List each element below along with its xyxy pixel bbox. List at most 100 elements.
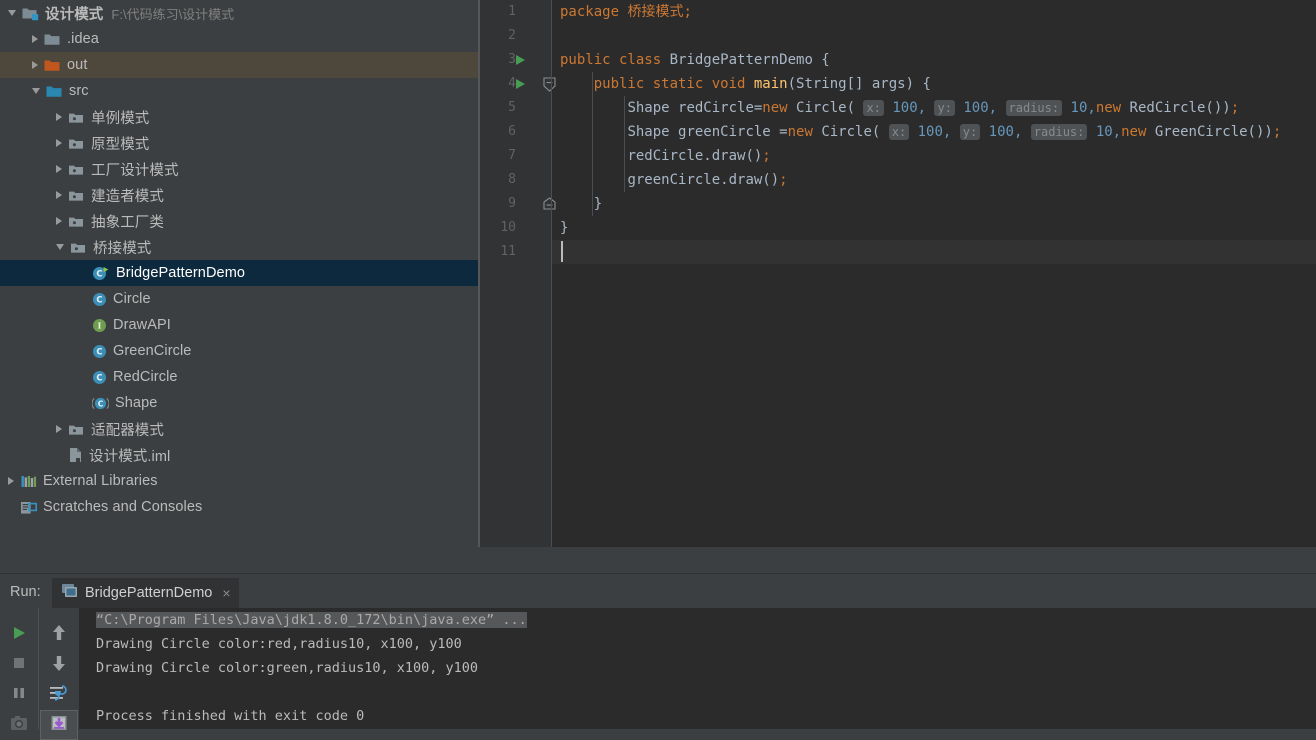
tree-item-[interactable]: 单例模式 (0, 104, 480, 130)
gutter-line-11[interactable]: 11 (480, 240, 552, 264)
console-output[interactable]: “C:\Program Files\Java\jdk1.8.0_172\bin\… (79, 608, 1316, 729)
up-stack-button[interactable] (40, 620, 78, 650)
code-line-9[interactable]: } (552, 192, 1316, 216)
run-configuration-tab[interactable]: BridgePatternDemo × (52, 578, 239, 608)
gutter-line-7[interactable]: 7 (480, 144, 552, 168)
tree-item-src[interactable]: src (0, 78, 480, 104)
chevron-right-icon[interactable] (32, 35, 38, 43)
gutter-line-3[interactable]: 3 (480, 48, 552, 72)
code-line-11[interactable] (552, 240, 1316, 264)
soft-wrap-button[interactable] (40, 680, 78, 710)
chevron-right-icon[interactable] (56, 191, 62, 199)
tree-item-RedCircle[interactable]: C RedCircle (0, 364, 480, 390)
java-class-runnable-icon: C (92, 266, 110, 281)
tree-item-label: 抽象工厂类 (91, 214, 164, 231)
ctor-circle-2: Circle( (812, 124, 889, 140)
code-line-6[interactable]: Shape greenCircle =new Circle( x: 100, y… (552, 120, 1316, 144)
gutter-line-5[interactable]: 5 (480, 96, 552, 120)
down-stack-button[interactable] (40, 650, 78, 680)
code-line-5[interactable]: Shape redCircle=new Circle( x: 100, y: 1… (552, 96, 1316, 120)
code-line-8[interactable]: greenCircle.draw(); (552, 168, 1316, 192)
gutter-line-4[interactable]: 4 (480, 72, 556, 96)
chevron-right-icon[interactable] (56, 113, 62, 121)
tree-item-[interactable]: 工厂设计模式 (0, 156, 480, 182)
console-line-4 (79, 680, 1316, 704)
console-line-2: Drawing Circle color:red,radius10, x100,… (96, 636, 462, 652)
svg-text:C: C (96, 346, 102, 356)
package-icon (68, 110, 85, 125)
line-number: 1 (508, 4, 516, 19)
tree-item-iml[interactable]: 设计模式.iml (0, 442, 480, 468)
chevron-right-icon[interactable] (32, 61, 38, 69)
tree-item-ExternalLibraries[interactable]: External Libraries (0, 468, 480, 494)
editor-gutter[interactable]: 1 2 3 4 5 6 7 8 9 10 11 (480, 0, 556, 547)
tree-item-ScratchesandConsoles[interactable]: Scratches and Consoles (0, 494, 480, 520)
arg-y: 100, (954, 100, 1006, 116)
project-tree-panel[interactable]: 设计模式 F:\代码练习\设计模式 .idea out src 单例模式 原型模式… (0, 0, 480, 573)
run-gutter-icon[interactable] (516, 55, 525, 65)
line-number: 5 (508, 100, 516, 115)
svg-text:I: I (98, 320, 102, 330)
run-tab-label: BridgePatternDemo (85, 585, 213, 601)
run-toolbar-right[interactable] (40, 608, 78, 740)
chevron-right-icon[interactable] (8, 477, 14, 485)
code-editor[interactable]: 1 2 3 4 5 6 7 8 9 10 11 package 桥接模式; public class… (480, 0, 1316, 547)
folder-orange-icon (44, 58, 61, 73)
semicolon: ; (683, 4, 692, 20)
keyword-public-static-void: public static void (593, 76, 754, 92)
gutter-line-1[interactable]: 1 (480, 0, 552, 24)
tree-item-DrawAPI[interactable]: I DrawAPI (0, 312, 480, 338)
pause-output-button[interactable] (0, 680, 38, 710)
tree-item-BridgePatternDemo[interactable]: C BridgePatternDemo (0, 260, 480, 286)
code-line-7[interactable]: redCircle.draw(); (552, 144, 1316, 168)
code-line-3[interactable]: public class BridgePatternDemo { (552, 48, 1316, 72)
dump-threads-button[interactable] (0, 710, 38, 740)
tree-item-[interactable]: 原型模式 (0, 130, 480, 156)
tree-item-idea[interactable]: .idea (0, 26, 480, 52)
tree-item-Circle[interactable]: C Circle (0, 286, 480, 312)
stop-button[interactable] (0, 650, 38, 680)
run-tab-icon (62, 583, 78, 603)
scroll-to-end-button[interactable] (40, 710, 78, 740)
chevron-right-icon[interactable] (56, 139, 62, 147)
param-hint-y: y: (934, 100, 955, 116)
chevron-down-icon[interactable] (8, 10, 16, 16)
tree-item-label: 单例模式 (91, 110, 150, 127)
keyword-new-4: new (1121, 124, 1147, 140)
code-line-10[interactable]: } (552, 216, 1316, 240)
gutter-line-2[interactable]: 2 (480, 24, 552, 48)
gutter-line-6[interactable]: 6 (480, 120, 552, 144)
arrow-down-icon (51, 654, 67, 677)
tree-item-path: F:\代码练习\设计模式 (111, 6, 235, 22)
tree-item-label: External Libraries (43, 473, 158, 489)
tree-item-[interactable]: 桥接模式 (0, 234, 480, 260)
rerun-button[interactable] (0, 620, 38, 650)
chevron-right-icon[interactable] (56, 217, 62, 225)
tree-item-out[interactable]: out (0, 52, 480, 78)
run-gutter-icon[interactable] (516, 79, 525, 89)
java-abstract-class-icon: C (91, 396, 110, 411)
java-class-icon: C (92, 292, 107, 307)
gutter-line-8[interactable]: 8 (480, 168, 552, 192)
chevron-right-icon[interactable] (56, 165, 62, 173)
chevron-right-icon[interactable] (56, 425, 62, 433)
tree-item-[interactable]: 抽象工厂类 (0, 208, 480, 234)
run-toolbar-left[interactable] (0, 608, 38, 730)
gutter-line-9[interactable]: 9 (480, 192, 556, 216)
gutter-line-10[interactable]: 10 (480, 216, 552, 240)
close-icon[interactable]: × (222, 585, 230, 601)
code-line-4[interactable]: public static void main(String[] args) { (552, 72, 1316, 96)
tree-item-[interactable]: 建造者模式 (0, 182, 480, 208)
param-hint-y-2: y: (959, 124, 981, 140)
chevron-down-icon[interactable] (56, 244, 64, 250)
code-line-2[interactable] (552, 24, 1316, 48)
chevron-down-icon[interactable] (32, 88, 40, 94)
tree-item-[interactable]: 设计模式 F:\代码练习\设计模式 (0, 0, 480, 26)
code-content[interactable]: package 桥接模式; public class BridgePattern… (552, 0, 1316, 547)
tree-item-GreenCircle[interactable]: C GreenCircle (0, 338, 480, 364)
code-line-1[interactable]: package 桥接模式; (552, 0, 1316, 24)
svg-text:C: C (98, 399, 104, 408)
tree-item-[interactable]: 适配器模式 (0, 416, 480, 442)
tree-item-Shape[interactable]: C Shape (0, 390, 480, 416)
console-line-1: “C:\Program Files\Java\jdk1.8.0_172\bin\… (79, 608, 1316, 632)
